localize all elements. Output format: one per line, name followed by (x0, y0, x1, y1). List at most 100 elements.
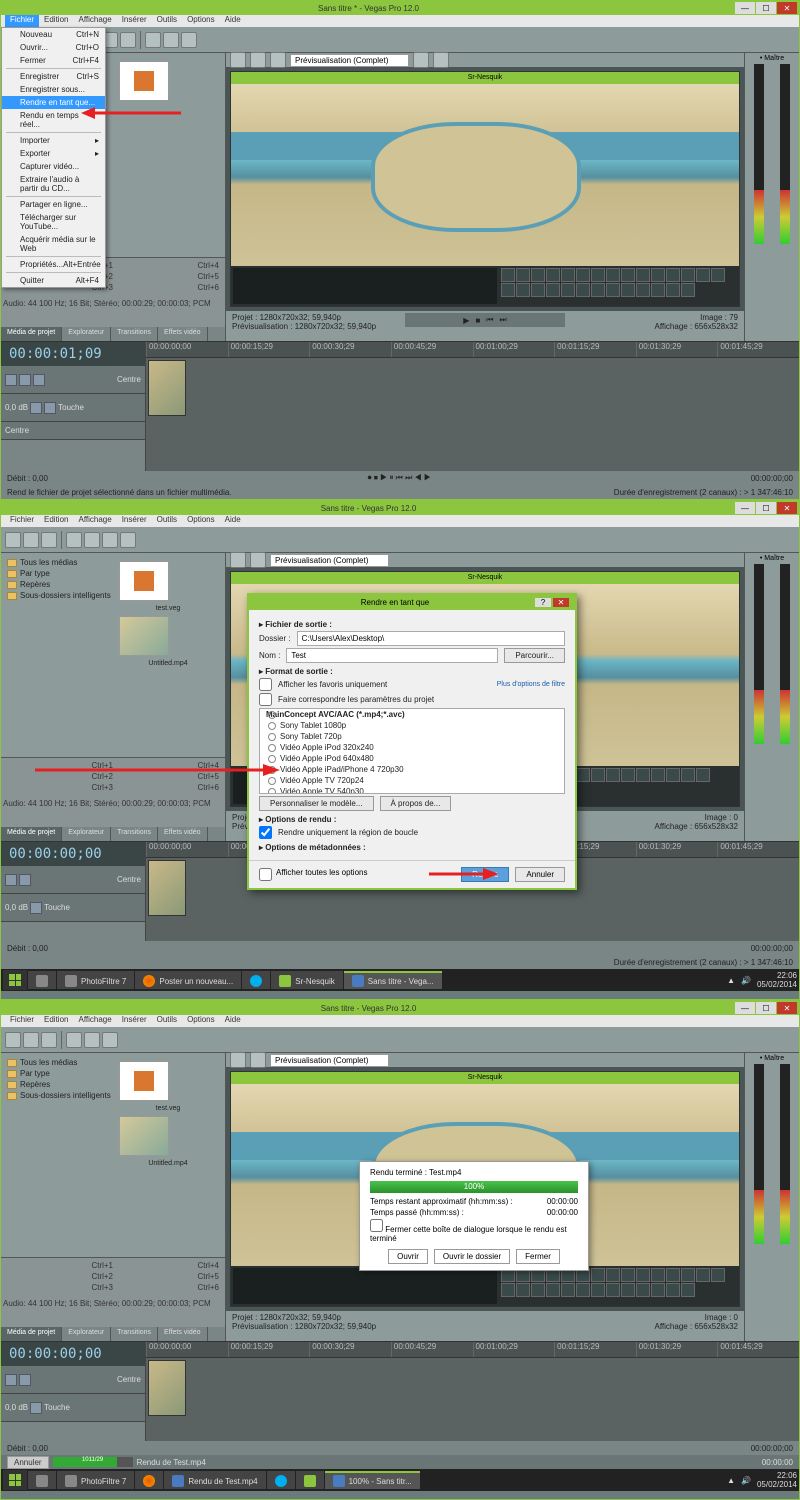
tree-item[interactable]: Par type (5, 1068, 115, 1079)
tool-icon[interactable] (5, 1032, 21, 1048)
customize-template-button[interactable]: Personnaliser le modèle... (259, 796, 374, 811)
media-thumb[interactable] (119, 1116, 169, 1156)
menu-affichage[interactable]: Affichage (73, 1015, 116, 1027)
mi-share[interactable]: Partager en ligne... (2, 198, 105, 211)
task-firefox[interactable]: Poster un nouveau... (135, 971, 241, 989)
tool-icon[interactable] (163, 32, 179, 48)
format-item[interactable]: Vidéo Apple iPod 640x480 (260, 753, 564, 764)
menu-affichage[interactable]: Affichage (73, 515, 116, 527)
menu-fichier[interactable]: Fichier (5, 15, 39, 27)
video-clip[interactable] (148, 1360, 186, 1416)
task-photofiltre[interactable]: PhotoFiltre 7 (57, 971, 134, 989)
media-thumb[interactable] (119, 61, 169, 101)
preview-tool-icon[interactable] (270, 52, 286, 68)
chk-match-project[interactable] (259, 693, 272, 706)
task-vegas[interactable]: Sans titre - Vega... (344, 971, 442, 989)
tab-transitions[interactable]: Transitions (111, 827, 158, 841)
mi-save[interactable]: EnregistrerCtrl+S (2, 70, 105, 83)
menu-outils[interactable]: Outils (152, 1015, 182, 1027)
tool-icon[interactable] (181, 32, 197, 48)
task-skype[interactable] (242, 971, 270, 989)
tool-icon[interactable] (66, 1032, 82, 1048)
chk-favorites[interactable] (259, 678, 272, 691)
mi-realtime[interactable]: Rendu en temps réel... (2, 109, 105, 131)
preview-tool-icon[interactable] (230, 52, 246, 68)
taskbar-clock[interactable]: 22:0605/02/2014 (757, 1471, 797, 1489)
timeline-tracks[interactable]: 00:00:00;0000:00:15;2900:00:30;2900:00:4… (146, 1342, 799, 1441)
track-center[interactable]: Centre (1, 422, 145, 440)
tab-transitions[interactable]: Transitions (111, 327, 158, 341)
task-photofiltre[interactable]: PhotoFiltre 7 (57, 1471, 134, 1489)
menu-inserer[interactable]: Insérer (117, 15, 152, 27)
mi-capture[interactable]: Capturer vidéo... (2, 160, 105, 173)
mi-extract-cd[interactable]: Extraire l'audio à partir du CD... (2, 173, 105, 195)
format-item[interactable]: Vidéo Apple iPad/iPhone 4 720p30 (260, 764, 564, 775)
media-thumb[interactable] (119, 616, 169, 656)
menu-inserer[interactable]: Insérer (117, 515, 152, 527)
maximize-button[interactable]: ☐ (756, 502, 776, 514)
next-icon[interactable]: ⏭ (500, 315, 507, 325)
mi-youtube[interactable]: Télécharger sur YouTube... (2, 211, 105, 233)
tree-item[interactable]: Repères (5, 1079, 115, 1090)
tray-vol-icon[interactable]: 🔊 (741, 976, 751, 985)
tray-vol-icon[interactable]: 🔊 (741, 1476, 751, 1485)
mi-import[interactable]: Importer (2, 134, 105, 147)
tool-icon[interactable] (23, 1032, 39, 1048)
stop-icon[interactable]: ■ (475, 316, 480, 325)
tree-item[interactable]: Sous-dossiers intelligents (5, 590, 115, 601)
tab-media[interactable]: Média de projet (1, 827, 62, 841)
preview-tool-icon[interactable] (230, 1052, 246, 1068)
maximize-button[interactable]: ☐ (756, 2, 776, 14)
video-track-header[interactable]: Centre (1, 366, 145, 394)
folder-input[interactable] (297, 631, 565, 646)
tool-icon[interactable] (102, 1032, 118, 1048)
cancel-render-button[interactable]: Annuler (7, 1456, 49, 1469)
tree-item[interactable]: Sous-dossiers intelligents (5, 1090, 115, 1101)
tree-item[interactable]: Tous les médias (5, 557, 115, 568)
format-item[interactable]: Sony Tablet 720p (260, 731, 564, 742)
timeline-tracks[interactable]: 00:00:00;0000:00:15;2900:00:30;2900:00:4… (146, 342, 799, 471)
tree-item[interactable]: Repères (5, 579, 115, 590)
tool-icon[interactable] (84, 532, 100, 548)
menu-fichier[interactable]: Fichier (5, 1015, 39, 1027)
tool-icon[interactable] (5, 532, 21, 548)
about-button[interactable]: À propos de... (380, 796, 452, 811)
play-icon[interactable]: ▶ (463, 316, 469, 325)
menu-edition[interactable]: Edition (39, 1015, 73, 1027)
cancel-button[interactable]: Annuler (515, 867, 565, 882)
menu-aide[interactable]: Aide (220, 15, 246, 27)
preview-tool-icon[interactable] (230, 552, 246, 568)
menu-options[interactable]: Options (182, 515, 220, 527)
menu-affichage[interactable]: Affichage (73, 15, 116, 27)
render-button[interactable]: Rendre (461, 867, 509, 882)
open-folder-button[interactable]: Ouvrir le dossier (434, 1249, 510, 1264)
task-nesquik[interactable]: Sr-Nesquik (271, 971, 343, 989)
media-thumb[interactable] (119, 561, 169, 601)
dialog-close-button[interactable]: ✕ (553, 598, 569, 607)
tool-icon[interactable] (41, 1032, 57, 1048)
show-all-options[interactable]: Afficher toutes les options (259, 868, 367, 881)
chk-loop-region[interactable] (259, 826, 272, 839)
more-filter-link[interactable]: Plus d'options de filtre (497, 681, 565, 688)
preview-quality-dropdown[interactable]: Prévisualisation (Complet) (270, 1054, 389, 1067)
menu-edition[interactable]: Edition (39, 15, 73, 27)
mi-export[interactable]: Exporter (2, 147, 105, 160)
start-button[interactable] (3, 970, 27, 990)
tray-up-icon[interactable]: ▲ (727, 976, 735, 985)
mi-close[interactable]: FermerCtrl+F4 (2, 54, 105, 67)
preview-tool-icon[interactable] (250, 1052, 266, 1068)
close-button[interactable]: ✕ (777, 502, 797, 514)
tab-explorer[interactable]: Explorateur (62, 327, 111, 341)
menu-outils[interactable]: Outils (152, 515, 182, 527)
video-track-header[interactable]: Centre (1, 866, 145, 894)
tree-item[interactable]: Par type (5, 568, 115, 579)
minimize-button[interactable]: — (735, 1002, 755, 1014)
video-clip[interactable] (148, 360, 186, 416)
format-item[interactable]: Sony Tablet 1080p (260, 720, 564, 731)
format-item[interactable]: Vidéo Apple TV 720p24 (260, 775, 564, 786)
tool-icon[interactable] (120, 32, 136, 48)
taskbar-clock[interactable]: 22:0605/02/2014 (757, 971, 797, 989)
format-item[interactable]: Vidéo Apple TV 540p30 (260, 786, 564, 794)
minimize-button[interactable]: — (735, 2, 755, 14)
close-button[interactable]: ✕ (777, 1002, 797, 1014)
